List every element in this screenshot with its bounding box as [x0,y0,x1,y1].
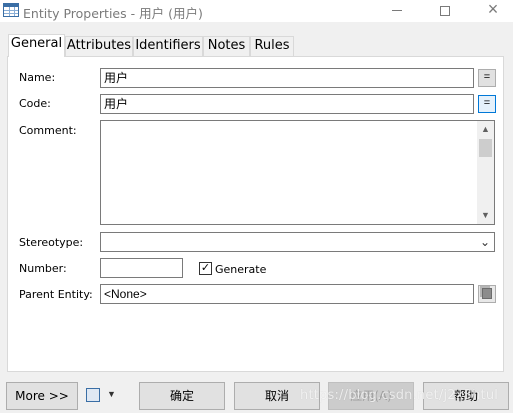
code-equals-button[interactable]: = [478,95,496,113]
scroll-down-icon[interactable]: ▼ [477,207,494,224]
minimize-button[interactable] [374,0,420,22]
dropdown-arrow-icon[interactable]: ▼ [107,389,116,399]
ok-button[interactable]: 确定 [139,382,225,410]
scroll-up-icon[interactable]: ▲ [477,121,494,138]
parent-entity-field[interactable]: <None> [100,284,474,304]
parent-entity-label: Parent Entity: [19,288,93,301]
parent-entity-properties-button[interactable] [478,285,496,303]
more-button[interactable]: More >> [6,382,78,410]
minimize-icon [392,10,402,12]
scroll-thumb[interactable] [479,139,492,157]
table-grid-icon [3,3,19,17]
close-icon: × [487,0,499,19]
watermark-text: https://blog.csdn.net/j2x3htul [300,388,499,403]
chevron-down-icon[interactable]: ⌄ [480,234,490,250]
generate-label: Generate [215,263,267,276]
tab-general[interactable]: General [8,34,65,57]
comment-scrollbar[interactable]: ▲ ▼ [477,121,494,224]
properties-icon [482,288,492,299]
name-equals-button[interactable]: = [478,69,496,87]
title-bar: Entity Properties - 用户 (用户) × [0,0,513,22]
maximize-button[interactable] [422,0,468,22]
printer-icon [86,388,100,402]
print-button[interactable]: ▼ [84,386,120,406]
code-field[interactable]: 用户 [100,94,474,114]
code-label: Code: [19,97,51,110]
tab-notes[interactable]: Notes [203,36,250,56]
number-label: Number: [19,262,67,275]
comment-textarea[interactable]: ▲ ▼ [100,120,495,225]
stereotype-combobox[interactable]: ⌄ [100,232,495,252]
name-field[interactable]: 用户 [100,68,474,88]
tab-identifiers[interactable]: Identifiers [133,36,203,56]
name-label: Name: [19,71,56,84]
tab-rules[interactable]: Rules [250,36,294,56]
close-button[interactable]: × [470,0,513,22]
generate-checkbox[interactable]: ✓ [199,262,212,275]
tab-attributes[interactable]: Attributes [65,36,133,56]
stereotype-label: Stereotype: [19,236,84,249]
number-field[interactable] [100,258,183,278]
maximize-icon [440,5,450,16]
comment-label: Comment: [19,124,77,137]
window-title: Entity Properties - 用户 (用户) [23,6,203,21]
